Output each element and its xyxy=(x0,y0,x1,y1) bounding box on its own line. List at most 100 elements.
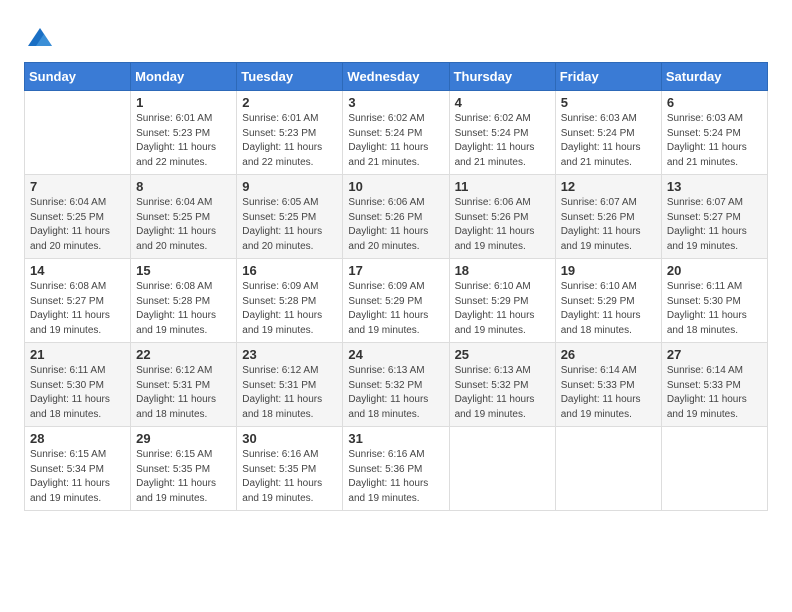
day-of-week-header: Monday xyxy=(131,63,237,91)
calendar-cell xyxy=(661,427,767,511)
day-info: Sunrise: 6:10 AM Sunset: 5:29 PM Dayligh… xyxy=(455,280,550,338)
day-info: Sunrise: 6:06 AM Sunset: 5:26 PM Dayligh… xyxy=(348,196,443,254)
calendar-week-row: 21 Sunrise: 6:11 AM Sunset: 5:30 PM Dayli… xyxy=(25,343,768,427)
day-info: Sunrise: 6:01 AM Sunset: 5:23 PM Dayligh… xyxy=(136,112,231,170)
calendar-cell xyxy=(449,427,555,511)
calendar-cell: 31 Sunrise: 6:16 AM Sunset: 5:36 PM Dayli… xyxy=(343,427,449,511)
day-number: 11 xyxy=(455,179,550,194)
calendar-cell: 9 Sunrise: 6:05 AM Sunset: 5:25 PM Daylig… xyxy=(237,175,343,259)
calendar-cell: 11 Sunrise: 6:06 AM Sunset: 5:26 PM Dayli… xyxy=(449,175,555,259)
day-info: Sunrise: 6:09 AM Sunset: 5:28 PM Dayligh… xyxy=(242,280,337,338)
day-info: Sunrise: 6:02 AM Sunset: 5:24 PM Dayligh… xyxy=(348,112,443,170)
day-number: 1 xyxy=(136,95,231,110)
calendar-cell: 16 Sunrise: 6:09 AM Sunset: 5:28 PM Dayli… xyxy=(237,259,343,343)
day-number: 25 xyxy=(455,347,550,362)
calendar-header-row: SundayMondayTuesdayWednesdayThursdayFrid… xyxy=(25,63,768,91)
calendar: SundayMondayTuesdayWednesdayThursdayFrid… xyxy=(24,62,768,511)
day-info: Sunrise: 6:04 AM Sunset: 5:25 PM Dayligh… xyxy=(30,196,125,254)
calendar-cell: 2 Sunrise: 6:01 AM Sunset: 5:23 PM Daylig… xyxy=(237,91,343,175)
day-info: Sunrise: 6:13 AM Sunset: 5:32 PM Dayligh… xyxy=(455,364,550,422)
day-number: 27 xyxy=(667,347,762,362)
day-info: Sunrise: 6:11 AM Sunset: 5:30 PM Dayligh… xyxy=(667,280,762,338)
day-number: 26 xyxy=(561,347,656,362)
calendar-cell: 13Sunrise: 6:07 AM Sunset: 5:27 PM Dayli… xyxy=(661,175,767,259)
calendar-cell: 4 Sunrise: 6:02 AM Sunset: 5:24 PM Daylig… xyxy=(449,91,555,175)
day-number: 31 xyxy=(348,431,443,446)
day-info: Sunrise: 6:01 AM Sunset: 5:23 PM Dayligh… xyxy=(242,112,337,170)
day-number: 9 xyxy=(242,179,337,194)
calendar-week-row: 28Sunrise: 6:15 AM Sunset: 5:34 PM Dayli… xyxy=(25,427,768,511)
day-info: Sunrise: 6:04 AM Sunset: 5:25 PM Dayligh… xyxy=(136,196,231,254)
day-info: Sunrise: 6:08 AM Sunset: 5:27 PM Dayligh… xyxy=(30,280,125,338)
day-number: 7 xyxy=(30,179,125,194)
day-number: 21 xyxy=(30,347,125,362)
day-number: 12 xyxy=(561,179,656,194)
day-info: Sunrise: 6:03 AM Sunset: 5:24 PM Dayligh… xyxy=(561,112,656,170)
calendar-cell: 8 Sunrise: 6:04 AM Sunset: 5:25 PM Daylig… xyxy=(131,175,237,259)
day-number: 16 xyxy=(242,263,337,278)
day-info: Sunrise: 6:15 AM Sunset: 5:35 PM Dayligh… xyxy=(136,448,231,506)
day-number: 13 xyxy=(667,179,762,194)
day-info: Sunrise: 6:08 AM Sunset: 5:28 PM Dayligh… xyxy=(136,280,231,338)
calendar-cell: 3 Sunrise: 6:02 AM Sunset: 5:24 PM Daylig… xyxy=(343,91,449,175)
logo xyxy=(24,24,54,52)
calendar-cell: 6 Sunrise: 6:03 AM Sunset: 5:24 PM Daylig… xyxy=(661,91,767,175)
day-info: Sunrise: 6:02 AM Sunset: 5:24 PM Dayligh… xyxy=(455,112,550,170)
day-info: Sunrise: 6:06 AM Sunset: 5:26 PM Dayligh… xyxy=(455,196,550,254)
day-info: Sunrise: 6:16 AM Sunset: 5:36 PM Dayligh… xyxy=(348,448,443,506)
day-number: 17 xyxy=(348,263,443,278)
day-number: 18 xyxy=(455,263,550,278)
day-number: 4 xyxy=(455,95,550,110)
calendar-cell: 20 Sunrise: 6:11 AM Sunset: 5:30 PM Dayli… xyxy=(661,259,767,343)
calendar-cell: 29Sunrise: 6:15 AM Sunset: 5:35 PM Dayli… xyxy=(131,427,237,511)
day-of-week-header: Saturday xyxy=(661,63,767,91)
calendar-cell xyxy=(25,91,131,175)
calendar-cell: 1 Sunrise: 6:01 AM Sunset: 5:23 PM Daylig… xyxy=(131,91,237,175)
calendar-cell: 19Sunrise: 6:10 AM Sunset: 5:29 PM Dayli… xyxy=(555,259,661,343)
day-number: 8 xyxy=(136,179,231,194)
day-of-week-header: Thursday xyxy=(449,63,555,91)
day-number: 10 xyxy=(348,179,443,194)
calendar-week-row: 14Sunrise: 6:08 AM Sunset: 5:27 PM Dayli… xyxy=(25,259,768,343)
day-of-week-header: Tuesday xyxy=(237,63,343,91)
day-of-week-header: Wednesday xyxy=(343,63,449,91)
calendar-week-row: 1 Sunrise: 6:01 AM Sunset: 5:23 PM Daylig… xyxy=(25,91,768,175)
calendar-cell: 21 Sunrise: 6:11 AM Sunset: 5:30 PM Dayli… xyxy=(25,343,131,427)
day-of-week-header: Sunday xyxy=(25,63,131,91)
day-info: Sunrise: 6:05 AM Sunset: 5:25 PM Dayligh… xyxy=(242,196,337,254)
calendar-week-row: 7 Sunrise: 6:04 AM Sunset: 5:25 PM Daylig… xyxy=(25,175,768,259)
calendar-cell: 17Sunrise: 6:09 AM Sunset: 5:29 PM Dayli… xyxy=(343,259,449,343)
header xyxy=(24,20,768,52)
calendar-cell: 15 Sunrise: 6:08 AM Sunset: 5:28 PM Dayli… xyxy=(131,259,237,343)
calendar-cell: 27 Sunrise: 6:14 AM Sunset: 5:33 PM Dayli… xyxy=(661,343,767,427)
calendar-cell: 30 Sunrise: 6:16 AM Sunset: 5:35 PM Dayli… xyxy=(237,427,343,511)
calendar-cell: 24 Sunrise: 6:13 AM Sunset: 5:32 PM Dayli… xyxy=(343,343,449,427)
day-number: 2 xyxy=(242,95,337,110)
day-number: 30 xyxy=(242,431,337,446)
day-info: Sunrise: 6:11 AM Sunset: 5:30 PM Dayligh… xyxy=(30,364,125,422)
calendar-cell xyxy=(555,427,661,511)
day-info: Sunrise: 6:03 AM Sunset: 5:24 PM Dayligh… xyxy=(667,112,762,170)
day-info: Sunrise: 6:14 AM Sunset: 5:33 PM Dayligh… xyxy=(667,364,762,422)
day-info: Sunrise: 6:16 AM Sunset: 5:35 PM Dayligh… xyxy=(242,448,337,506)
day-number: 15 xyxy=(136,263,231,278)
calendar-cell: 25 Sunrise: 6:13 AM Sunset: 5:32 PM Dayli… xyxy=(449,343,555,427)
calendar-cell: 7 Sunrise: 6:04 AM Sunset: 5:25 PM Daylig… xyxy=(25,175,131,259)
day-info: Sunrise: 6:13 AM Sunset: 5:32 PM Dayligh… xyxy=(348,364,443,422)
calendar-cell: 14Sunrise: 6:08 AM Sunset: 5:27 PM Dayli… xyxy=(25,259,131,343)
day-number: 20 xyxy=(667,263,762,278)
day-number: 19 xyxy=(561,263,656,278)
day-info: Sunrise: 6:07 AM Sunset: 5:26 PM Dayligh… xyxy=(561,196,656,254)
day-of-week-header: Friday xyxy=(555,63,661,91)
calendar-cell: 22Sunrise: 6:12 AM Sunset: 5:31 PM Dayli… xyxy=(131,343,237,427)
logo-icon xyxy=(26,24,54,52)
calendar-cell: 23Sunrise: 6:12 AM Sunset: 5:31 PM Dayli… xyxy=(237,343,343,427)
calendar-cell: 18 Sunrise: 6:10 AM Sunset: 5:29 PM Dayli… xyxy=(449,259,555,343)
calendar-cell: 28Sunrise: 6:15 AM Sunset: 5:34 PM Dayli… xyxy=(25,427,131,511)
day-info: Sunrise: 6:12 AM Sunset: 5:31 PM Dayligh… xyxy=(136,364,231,422)
day-number: 6 xyxy=(667,95,762,110)
day-number: 24 xyxy=(348,347,443,362)
calendar-cell: 12 Sunrise: 6:07 AM Sunset: 5:26 PM Dayli… xyxy=(555,175,661,259)
day-number: 3 xyxy=(348,95,443,110)
calendar-cell: 26Sunrise: 6:14 AM Sunset: 5:33 PM Dayli… xyxy=(555,343,661,427)
